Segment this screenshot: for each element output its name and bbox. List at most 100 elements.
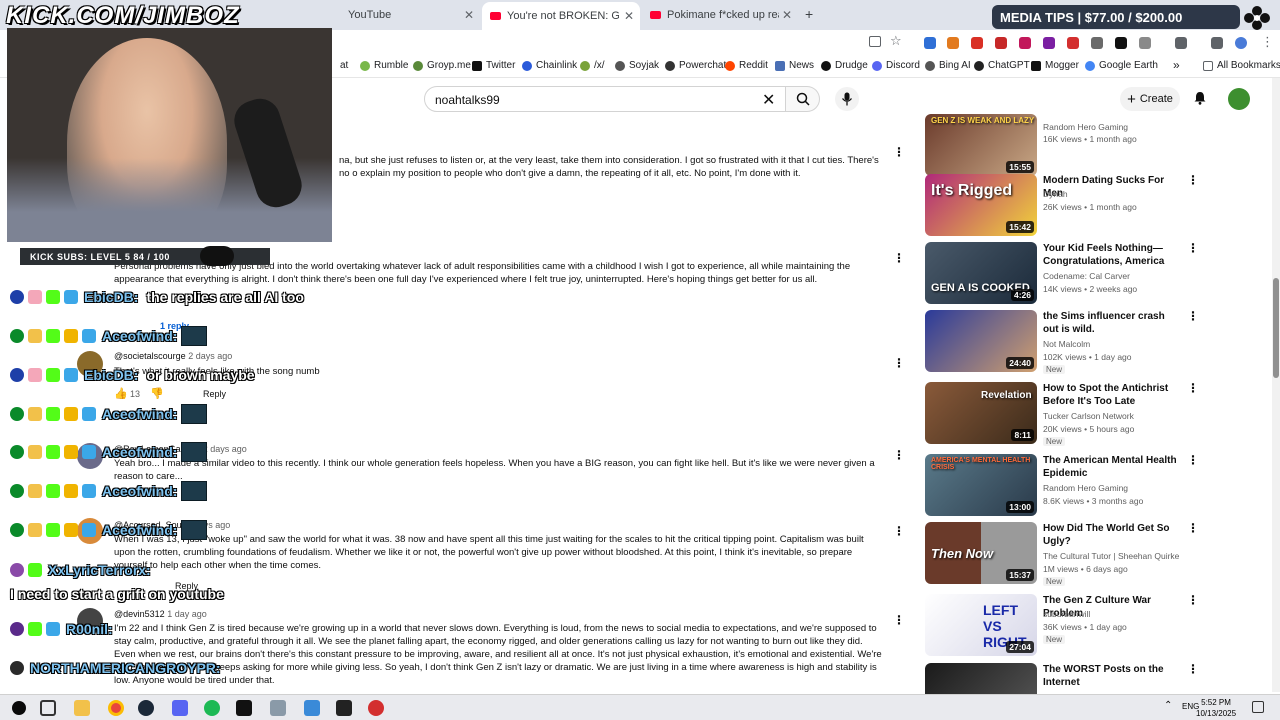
- tab-close-icon[interactable]: ✕: [464, 8, 474, 22]
- bookmark-item[interactable]: News: [775, 60, 814, 71]
- extension-icon[interactable]: [1067, 37, 1079, 49]
- channel-name[interactable]: suburbanwill: [1043, 609, 1090, 619]
- bookmark-item[interactable]: Discord: [872, 60, 920, 71]
- video-title[interactable]: The American Mental Health Epidemic: [1043, 454, 1179, 480]
- bookmark-item[interactable]: Rumble: [360, 60, 408, 71]
- scrollbar-thumb[interactable]: [1273, 278, 1279, 378]
- bookmark-item[interactable]: Chainlink: [522, 60, 577, 71]
- comment-menu-icon[interactable]: ⋮: [893, 357, 905, 369]
- related-video[interactable]: LEFT VS RIGHT 27:04 The Gen Z Culture Wa…: [925, 594, 1265, 656]
- dislike-icon[interactable]: 👎: [150, 387, 164, 400]
- tab-pokimane-video[interactable]: Pokimane f*cked up real bad.. ✕: [642, 4, 798, 26]
- bookmark-item[interactable]: Bing AI: [925, 60, 971, 71]
- related-video[interactable]: It's Rigged 15:42 Modern Dating Sucks Fo…: [925, 174, 1265, 236]
- video-thumbnail[interactable]: It's Rigged 15:42: [925, 174, 1037, 236]
- video-thumbnail[interactable]: Then Now 15:37: [925, 522, 1037, 584]
- extension-icon[interactable]: [924, 37, 936, 49]
- video-thumbnail[interactable]: GEN A IS COOKED 4:26: [925, 242, 1037, 304]
- extension-icon[interactable]: [971, 37, 983, 49]
- comment-menu-icon[interactable]: ⋮: [893, 449, 905, 461]
- comment-menu-icon[interactable]: ⋮: [893, 252, 905, 264]
- tab-close-icon[interactable]: ✕: [782, 8, 792, 22]
- search-icon[interactable]: [12, 701, 26, 715]
- create-button[interactable]: + Create: [1120, 87, 1180, 111]
- task-view-icon[interactable]: [40, 700, 56, 716]
- related-video[interactable]: Then Now 15:37 How Did The World Get So …: [925, 522, 1265, 586]
- profile-avatar-icon[interactable]: [1235, 37, 1247, 49]
- chrome-icon[interactable]: [108, 700, 124, 716]
- video-menu-icon[interactable]: ⋮: [1187, 382, 1199, 394]
- comment-author[interactable]: @societalscourge 2 days ago: [114, 351, 232, 361]
- extension-icon[interactable]: [995, 37, 1007, 49]
- account-avatar[interactable]: [1228, 88, 1250, 110]
- file-explorer-icon[interactable]: [74, 700, 90, 716]
- search-input[interactable]: noahtalks99: [435, 93, 500, 107]
- channel-name[interactable]: Not Malcolm: [1043, 339, 1090, 349]
- comment-menu-icon[interactable]: ⋮: [893, 614, 905, 626]
- tray-overflow-icon[interactable]: ⌃: [1164, 700, 1172, 711]
- bookmark-item[interactable]: /x/: [580, 60, 605, 71]
- install-app-icon[interactable]: [869, 36, 881, 47]
- bookmark-item[interactable]: Drudge: [821, 60, 868, 71]
- reply-button[interactable]: Reply: [203, 389, 226, 399]
- notifications-bell-icon[interactable]: [1193, 91, 1207, 105]
- spotify-icon[interactable]: [204, 700, 220, 716]
- voice-search-button[interactable]: [835, 87, 859, 111]
- extension-icon[interactable]: [1043, 37, 1055, 49]
- bookmark-item[interactable]: Groyp.me: [413, 60, 471, 71]
- obs-icon[interactable]: [336, 700, 352, 716]
- channel-name[interactable]: The Cultural Tutor | Sheehan Quirke: [1043, 551, 1179, 561]
- extensions-puzzle-icon[interactable]: [1139, 37, 1151, 49]
- channel-name[interactable]: Random Hero Gaming: [1043, 122, 1128, 132]
- related-video[interactable]: Revelation 8:11 How to Spot the Antichri…: [925, 382, 1265, 446]
- extension-icon[interactable]: [1019, 37, 1031, 49]
- discord-icon[interactable]: [172, 700, 188, 716]
- search-box[interactable]: noahtalks99 ✕: [424, 86, 786, 112]
- app-icon[interactable]: [270, 700, 286, 716]
- extension-icon[interactable]: [947, 37, 959, 49]
- bookmark-item[interactable]: at: [340, 60, 348, 71]
- video-title[interactable]: The WORST Posts on the Internet: [1043, 663, 1179, 689]
- bookmark-star-icon[interactable]: ☆: [890, 33, 902, 49]
- sidepanel-icon[interactable]: [1175, 37, 1187, 49]
- channel-name[interactable]: Random Hero Gaming: [1043, 483, 1128, 493]
- video-menu-icon[interactable]: ⋮: [1187, 454, 1199, 466]
- video-thumbnail[interactable]: GEN Z IS WEAK AND LAZY 15:55: [925, 114, 1037, 176]
- reading-list-icon[interactable]: [1211, 37, 1223, 49]
- bookmark-item[interactable]: Powerchat: [665, 60, 726, 71]
- bookmark-item[interactable]: Soyjak: [615, 60, 659, 71]
- search-button[interactable]: [786, 86, 820, 112]
- browser-menu-icon[interactable]: ⋮: [1261, 34, 1274, 50]
- all-bookmarks-button[interactable]: All Bookmarks: [1203, 60, 1280, 71]
- comment-menu-icon[interactable]: ⋮: [893, 525, 905, 537]
- steam-icon[interactable]: [138, 700, 154, 716]
- video-menu-icon[interactable]: ⋮: [1187, 242, 1199, 254]
- related-video[interactable]: 24:40 the Sims influencer crash out is w…: [925, 310, 1265, 374]
- extension-icon[interactable]: [1091, 37, 1103, 49]
- clear-search-icon[interactable]: ✕: [762, 90, 775, 110]
- kick-app-icon[interactable]: [236, 700, 252, 716]
- comment-menu-icon[interactable]: ⋮: [893, 146, 905, 158]
- comment-author[interactable]: @devin5312 1 day ago: [114, 609, 207, 619]
- video-menu-icon[interactable]: ⋮: [1187, 522, 1199, 534]
- video-thumbnail[interactable]: AMERICA'S MENTAL HEALTH CRISIS 13:00: [925, 454, 1037, 516]
- tab-close-icon[interactable]: ✕: [624, 9, 634, 23]
- bookmarks-overflow-icon[interactable]: »: [1173, 58, 1180, 72]
- related-video[interactable]: GEN A IS COOKED 4:26 Your Kid Feels Noth…: [925, 242, 1265, 304]
- channel-name[interactable]: Dynah: [1043, 189, 1068, 199]
- page-scrollbar[interactable]: [1272, 78, 1280, 692]
- app-icon[interactable]: [368, 700, 384, 716]
- video-title[interactable]: How to Spot the Antichrist Before It's T…: [1043, 382, 1179, 408]
- video-thumbnail[interactable]: [925, 663, 1037, 694]
- tab-active-video[interactable]: You're not BROKEN: Gen Z is ju ✕: [482, 2, 640, 30]
- bookmark-item[interactable]: Reddit: [725, 60, 768, 71]
- x-extension-icon[interactable]: [1115, 37, 1127, 49]
- channel-name[interactable]: Codename: Cal Carver: [1043, 271, 1130, 281]
- video-title[interactable]: Your Kid Feels Nothing—Congratulations, …: [1043, 242, 1179, 268]
- tab-youtube[interactable]: YouTube ✕: [340, 4, 480, 26]
- video-menu-icon[interactable]: ⋮: [1187, 663, 1199, 675]
- bookmark-item[interactable]: ChatGPT: [974, 60, 1030, 71]
- bookmark-item[interactable]: Twitter: [472, 60, 515, 71]
- video-menu-icon[interactable]: ⋮: [1187, 594, 1199, 606]
- related-video[interactable]: The WORST Posts on the Internet ⋮: [925, 663, 1265, 694]
